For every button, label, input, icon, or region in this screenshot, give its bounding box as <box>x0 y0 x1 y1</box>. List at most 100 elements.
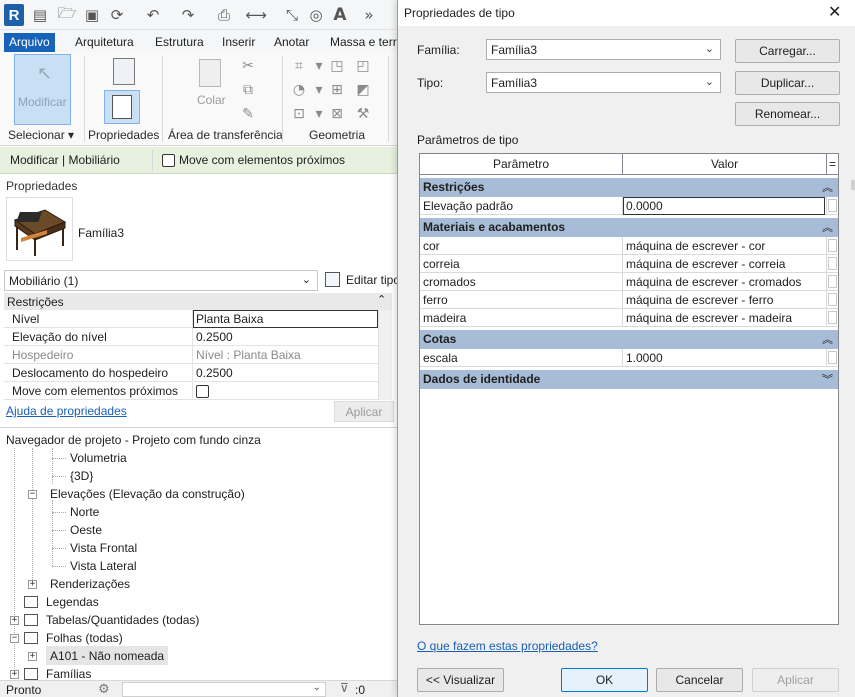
edit-type-button[interactable]: Editar tipo <box>325 271 400 291</box>
workset-selector[interactable]: ⌄ <box>122 682 326 697</box>
tab-estrutura[interactable]: Estrutura <box>150 33 209 52</box>
tree-item-renderizacoes[interactable]: Renderizações <box>50 577 130 591</box>
join-geometry-icon[interactable]: ⊡ <box>291 106 307 122</box>
copy-icon[interactable]: ⧉ <box>240 82 256 98</box>
type-properties-icon[interactable] <box>108 55 138 87</box>
load-button[interactable]: Carregar... <box>735 39 840 63</box>
tree-item-elevacoes[interactable]: Elevações (Elevação da construção) <box>50 487 245 501</box>
parameter-row[interactable]: ferro máquina de escrever - ferro <box>420 291 838 309</box>
tree-item-oeste[interactable]: Oeste <box>70 523 102 537</box>
tree-item-a101[interactable]: A101 - Não nomeada <box>50 649 164 663</box>
collapse-icon[interactable]: ⌃ <box>377 293 386 306</box>
sync-icon[interactable]: ⟳ <box>107 5 127 25</box>
properties-help-link[interactable]: Ajuda de propriedades <box>6 404 127 418</box>
expand-toggle-icon[interactable]: + <box>28 652 37 661</box>
family-select[interactable]: Família3 ⌄ <box>486 39 721 60</box>
tab-massa-e-terreno[interactable]: Massa e terre <box>325 33 408 52</box>
property-row[interactable]: Move com elementos próximos <box>4 382 378 400</box>
property-row[interactable]: Deslocamento do hospedeiro 0.2500 <box>4 364 378 382</box>
apply-button[interactable]: Aplicar <box>334 401 394 422</box>
tree-item-legendas[interactable]: Legendas <box>46 595 99 609</box>
tree-item-volumetria[interactable]: Volumetria <box>70 451 127 465</box>
expand-toggle-icon[interactable]: + <box>10 616 19 625</box>
filter-icon[interactable]: ⊽ <box>340 681 349 695</box>
parameter-row[interactable]: correia máquina de escrever - correia <box>420 255 838 273</box>
cut-geometry-icon[interactable]: ◳ <box>329 58 345 74</box>
tree-item-familias[interactable]: Famílias <box>46 667 91 681</box>
tree-item-vista-lateral[interactable]: Vista Lateral <box>70 559 137 573</box>
tab-anotar[interactable]: Anotar <box>269 33 314 52</box>
duplicate-button[interactable]: Duplicar... <box>735 71 840 95</box>
modify-button[interactable]: ↖ Modificar <box>14 54 71 125</box>
print-icon[interactable]: ⎙ <box>214 5 234 25</box>
split-dropdown-icon[interactable]: ▾ <box>311 82 327 98</box>
formula-cell[interactable] <box>828 311 837 324</box>
more-tools-icon[interactable]: » <box>359 5 379 25</box>
category-selector[interactable]: Mobiliário (1) ⌄ <box>4 270 318 291</box>
undo-icon[interactable]: ↶ <box>143 5 163 25</box>
apply-button[interactable]: Aplicar <box>752 668 839 692</box>
collapse-toggle-icon[interactable]: − <box>10 634 19 643</box>
tag-icon[interactable]: ◎ <box>306 5 326 25</box>
formula-cell[interactable] <box>828 351 837 364</box>
ok-button[interactable]: OK <box>561 668 648 692</box>
wall-joins-icon[interactable]: ⊞ <box>329 82 345 98</box>
dimension-icon[interactable]: ⤡ <box>282 5 302 25</box>
save-icon[interactable]: ▣ <box>82 5 102 25</box>
column-header-parameter[interactable]: Parâmetro <box>420 154 623 175</box>
properties-scrollbar[interactable] <box>378 310 392 400</box>
parameter-row[interactable]: madeira máquina de escrever - madeira <box>420 309 838 327</box>
formula-cell[interactable] <box>828 257 837 270</box>
join-icon[interactable]: ◰ <box>355 58 371 74</box>
formula-cell[interactable] <box>828 239 837 252</box>
tree-item-norte[interactable]: Norte <box>70 505 99 519</box>
parameter-row[interactable]: Elevação padrão 0.0000 <box>420 197 838 215</box>
collapse-icon[interactable]: ︽ <box>822 179 833 195</box>
worksets-icon[interactable]: ⚙ <box>98 682 110 697</box>
tab-arquitetura[interactable]: Arquitetura <box>70 33 139 52</box>
home-icon[interactable]: ▤ <box>30 5 50 25</box>
parameter-row[interactable]: escala 1.0000 <box>420 349 838 367</box>
column-header-value[interactable]: Valor <box>623 154 827 175</box>
formula-cell[interactable] <box>828 275 837 288</box>
close-icon[interactable]: ✕ <box>828 2 841 21</box>
type-select[interactable]: Família3 ⌄ <box>486 72 721 93</box>
paint-icon[interactable]: ◩ <box>355 82 371 98</box>
property-row[interactable]: Elevação do nível 0.2500 <box>4 328 378 346</box>
tree-item-vista-frontal[interactable]: Vista Frontal <box>70 541 137 555</box>
tree-item-3d[interactable]: {3D} <box>70 469 93 483</box>
section-header-identity-data[interactable]: Dados de identidade ︾ <box>420 370 838 389</box>
expand-icon[interactable]: ︾ <box>822 371 833 387</box>
formula-cell[interactable] <box>828 199 837 212</box>
expand-toggle-icon[interactable]: + <box>10 670 19 679</box>
properties-button[interactable] <box>104 90 140 124</box>
split-face-icon[interactable]: ◔ <box>291 82 307 98</box>
preview-button[interactable]: << Visualizar <box>417 668 504 692</box>
demolish-icon[interactable]: ⊠ <box>329 106 345 122</box>
collapse-toggle-icon[interactable]: − <box>28 490 37 499</box>
rename-button[interactable]: Renomear... <box>735 102 840 126</box>
cancel-button[interactable]: Cancelar <box>656 668 743 692</box>
hammer-icon[interactable]: ⚒ <box>355 106 371 122</box>
join-dropdown-icon[interactable]: ▾ <box>311 106 327 122</box>
section-header-materials[interactable]: Materiais e acabamentos ︽ <box>420 218 838 237</box>
tree-item-folhas[interactable]: Folhas (todas) <box>46 631 123 645</box>
parameter-row[interactable]: cromados máquina de escrever - cromados <box>420 273 838 291</box>
section-header-constraints[interactable]: Restrições ⌃ <box>4 293 392 310</box>
properties-help-link[interactable]: O que fazem estas propriedades? <box>417 639 598 653</box>
match-properties-icon[interactable]: ✎ <box>240 106 256 122</box>
revit-logo[interactable]: R <box>4 4 24 26</box>
move-with-nearby-property-checkbox[interactable] <box>196 385 209 398</box>
cut-icon[interactable]: ✂ <box>240 58 256 74</box>
section-header-dimensions[interactable]: Cotas ︽ <box>420 330 838 349</box>
collapse-icon[interactable]: ︽ <box>822 219 833 235</box>
tab-arquivo[interactable]: Arquivo <box>4 33 55 52</box>
cope-icon[interactable]: ⌗ <box>291 58 307 74</box>
formula-cell[interactable] <box>828 293 837 306</box>
paste-icon[interactable] <box>195 56 225 88</box>
column-header-formula[interactable]: = <box>827 154 838 175</box>
tree-item-tabelas[interactable]: Tabelas/Quantidades (todas) <box>46 613 199 627</box>
collapse-icon[interactable]: ︽ <box>822 331 833 347</box>
measure-icon[interactable]: ⟷ <box>245 5 267 25</box>
open-icon[interactable]: 🗁 <box>57 4 77 25</box>
